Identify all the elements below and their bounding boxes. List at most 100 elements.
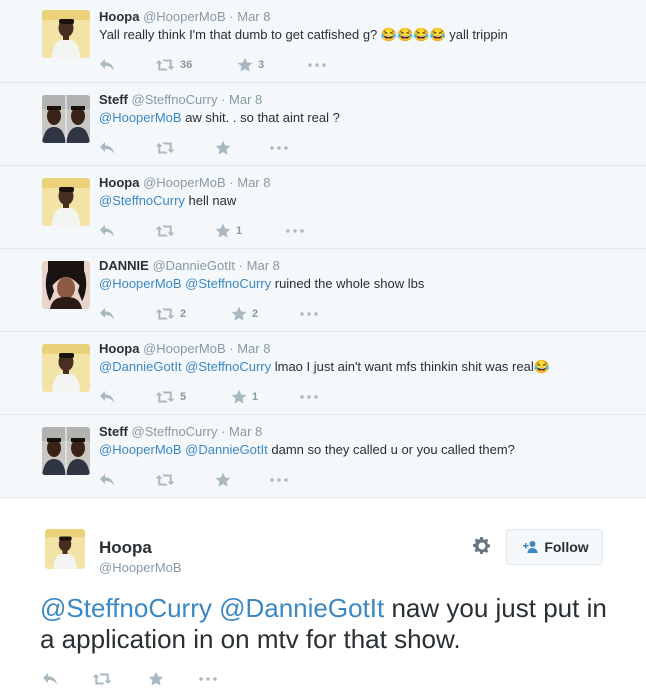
tweet-reply[interactable]: Steff @SteffnoCurry · Mar 8 @HooperMoB a… [0, 83, 646, 166]
favorite-button[interactable]: 1 [231, 389, 258, 405]
timestamp[interactable]: Mar 8 [229, 92, 262, 107]
more-icon [198, 676, 218, 682]
more-button[interactable] [269, 472, 289, 488]
mention-links[interactable]: @HooperMoB @DannieGotIt [99, 442, 268, 457]
avatar[interactable] [45, 529, 85, 569]
favorite-button[interactable]: 2 [231, 306, 258, 322]
retweet-button[interactable] [155, 472, 180, 488]
reply-button[interactable] [99, 389, 115, 405]
more-button[interactable] [307, 57, 327, 73]
follow-button[interactable]: Follow [506, 529, 603, 565]
tweet-body: lmao I just ain't want mfs thinkin shit … [271, 359, 550, 374]
tweet-text: @HooperMoB @DannieGotIt damn so they cal… [99, 441, 636, 459]
avatar[interactable] [42, 178, 90, 226]
reply-button[interactable] [99, 57, 115, 73]
star-icon [231, 306, 247, 322]
favorite-button[interactable] [215, 140, 236, 156]
mention-links[interactable]: @SteffnoCurry @DannieGotIt [40, 593, 384, 623]
follow-label: Follow [544, 539, 589, 555]
separator-dot: · [221, 424, 226, 439]
tweet-reply[interactable]: Steff @SteffnoCurry · Mar 8 @HooperMoB @… [0, 415, 646, 498]
user-name[interactable]: Steff [99, 424, 128, 439]
more-button[interactable] [299, 306, 319, 322]
avatar[interactable] [42, 344, 90, 392]
more-icon [269, 145, 289, 151]
tweet-reply[interactable]: Hoopa @HooperMoB · Mar 8 Yall really thi… [0, 0, 646, 83]
timestamp[interactable]: Mar 8 [247, 258, 280, 273]
timestamp[interactable]: Mar 8 [237, 175, 270, 190]
user-name[interactable]: Hoopa [99, 341, 139, 356]
tweet-reply[interactable]: Hoopa @HooperMoB · Mar 8 @SteffnoCurry h… [0, 166, 646, 249]
mention-links[interactable]: @DannieGotIt @SteffnoCurry [99, 359, 271, 374]
mention-links[interactable]: @HooperMoB @SteffnoCurry [99, 276, 271, 291]
reply-button[interactable] [42, 671, 58, 687]
retweet-button[interactable] [155, 140, 180, 156]
more-button[interactable] [198, 671, 218, 687]
favorite-button[interactable] [148, 671, 164, 687]
timestamp[interactable]: Mar 8 [237, 9, 270, 24]
user-handle[interactable]: @HooperMoB [99, 560, 182, 575]
tweet-text: @SteffnoCurry hell naw [99, 192, 636, 210]
tweet-body: aw shit. . so that aint real ? [181, 110, 340, 125]
favorite-button[interactable]: 1 [215, 223, 242, 239]
timestamp[interactable]: Mar 8 [237, 341, 270, 356]
timestamp[interactable]: Mar 8 [229, 424, 262, 439]
reply-button[interactable] [99, 140, 115, 156]
avatar[interactable] [42, 10, 90, 58]
tweet-text: @HooperMoB @SteffnoCurry ruined the whol… [99, 275, 636, 293]
user-handle[interactable]: @DannieGotIt [152, 258, 235, 273]
user-name[interactable]: Hoopa [99, 9, 139, 24]
tweet-reply[interactable]: Hoopa @HooperMoB · Mar 8 @DannieGotIt @S… [0, 332, 646, 415]
tweet-body: ruined the whole show lbs [271, 276, 425, 291]
mention-links[interactable]: @SteffnoCurry [99, 193, 185, 208]
avatar[interactable] [42, 261, 90, 309]
more-icon [269, 477, 289, 483]
more-button[interactable] [285, 223, 305, 239]
more-button[interactable] [299, 389, 319, 405]
user-handle[interactable]: @HooperMoB [143, 175, 226, 190]
user-name[interactable]: DANNIE [99, 258, 149, 273]
tweet-body: hell naw [184, 193, 237, 208]
retweet-button[interactable]: 2 [155, 306, 186, 322]
reply-button[interactable] [99, 472, 115, 488]
main-tweet: Hoopa @HooperMoB Follow @SteffnoCurry @D… [0, 499, 646, 700]
tweet-header: Hoopa @HooperMoB · Mar 8 [99, 174, 636, 192]
retweet-button[interactable] [92, 671, 112, 687]
gear-icon[interactable] [472, 536, 492, 556]
avatar[interactable] [42, 95, 90, 143]
user-name[interactable]: Hoopa [99, 538, 152, 558]
retweet-button[interactable] [155, 223, 180, 239]
more-icon [299, 311, 319, 317]
more-button[interactable] [269, 140, 289, 156]
retweet-icon [155, 473, 175, 487]
favorite-count: 3 [258, 59, 265, 71]
reply-icon [99, 224, 115, 238]
user-name[interactable]: Steff [99, 92, 128, 107]
more-icon [285, 228, 305, 234]
user-handle[interactable]: @SteffnoCurry [132, 92, 218, 107]
reply-icon [99, 58, 115, 72]
user-handle[interactable]: @SteffnoCurry [132, 424, 218, 439]
retweet-button[interactable]: 36 [155, 57, 192, 73]
avatar[interactable] [42, 427, 90, 475]
retweet-count: 5 [180, 391, 187, 403]
user-handle[interactable]: @HooperMoB [143, 341, 226, 356]
tweet-header: Hoopa @HooperMoB · Mar 8 [99, 340, 636, 358]
user-handle[interactable]: @HooperMoB [143, 9, 226, 24]
tweet-reply[interactable]: DANNIE @DannieGotIt · Mar 8 @HooperMoB @… [0, 249, 646, 332]
favorite-button[interactable] [215, 472, 236, 488]
favorite-count: 1 [236, 225, 243, 237]
favorite-button[interactable]: 3 [237, 57, 264, 73]
user-name[interactable]: Hoopa [99, 175, 139, 190]
retweet-icon [155, 307, 175, 321]
reply-button[interactable] [99, 223, 115, 239]
reply-icon [99, 473, 115, 487]
tweet-text: Yall really think I'm that dumb to get c… [99, 26, 636, 44]
mention-links[interactable]: @HooperMoB [99, 110, 182, 125]
separator-dot: · [221, 92, 226, 107]
retweet-button[interactable]: 5 [155, 389, 186, 405]
more-icon [299, 394, 319, 400]
retweet-icon [155, 58, 175, 72]
reply-button[interactable] [99, 306, 115, 322]
tweet-header: Steff @SteffnoCurry · Mar 8 [99, 423, 636, 441]
